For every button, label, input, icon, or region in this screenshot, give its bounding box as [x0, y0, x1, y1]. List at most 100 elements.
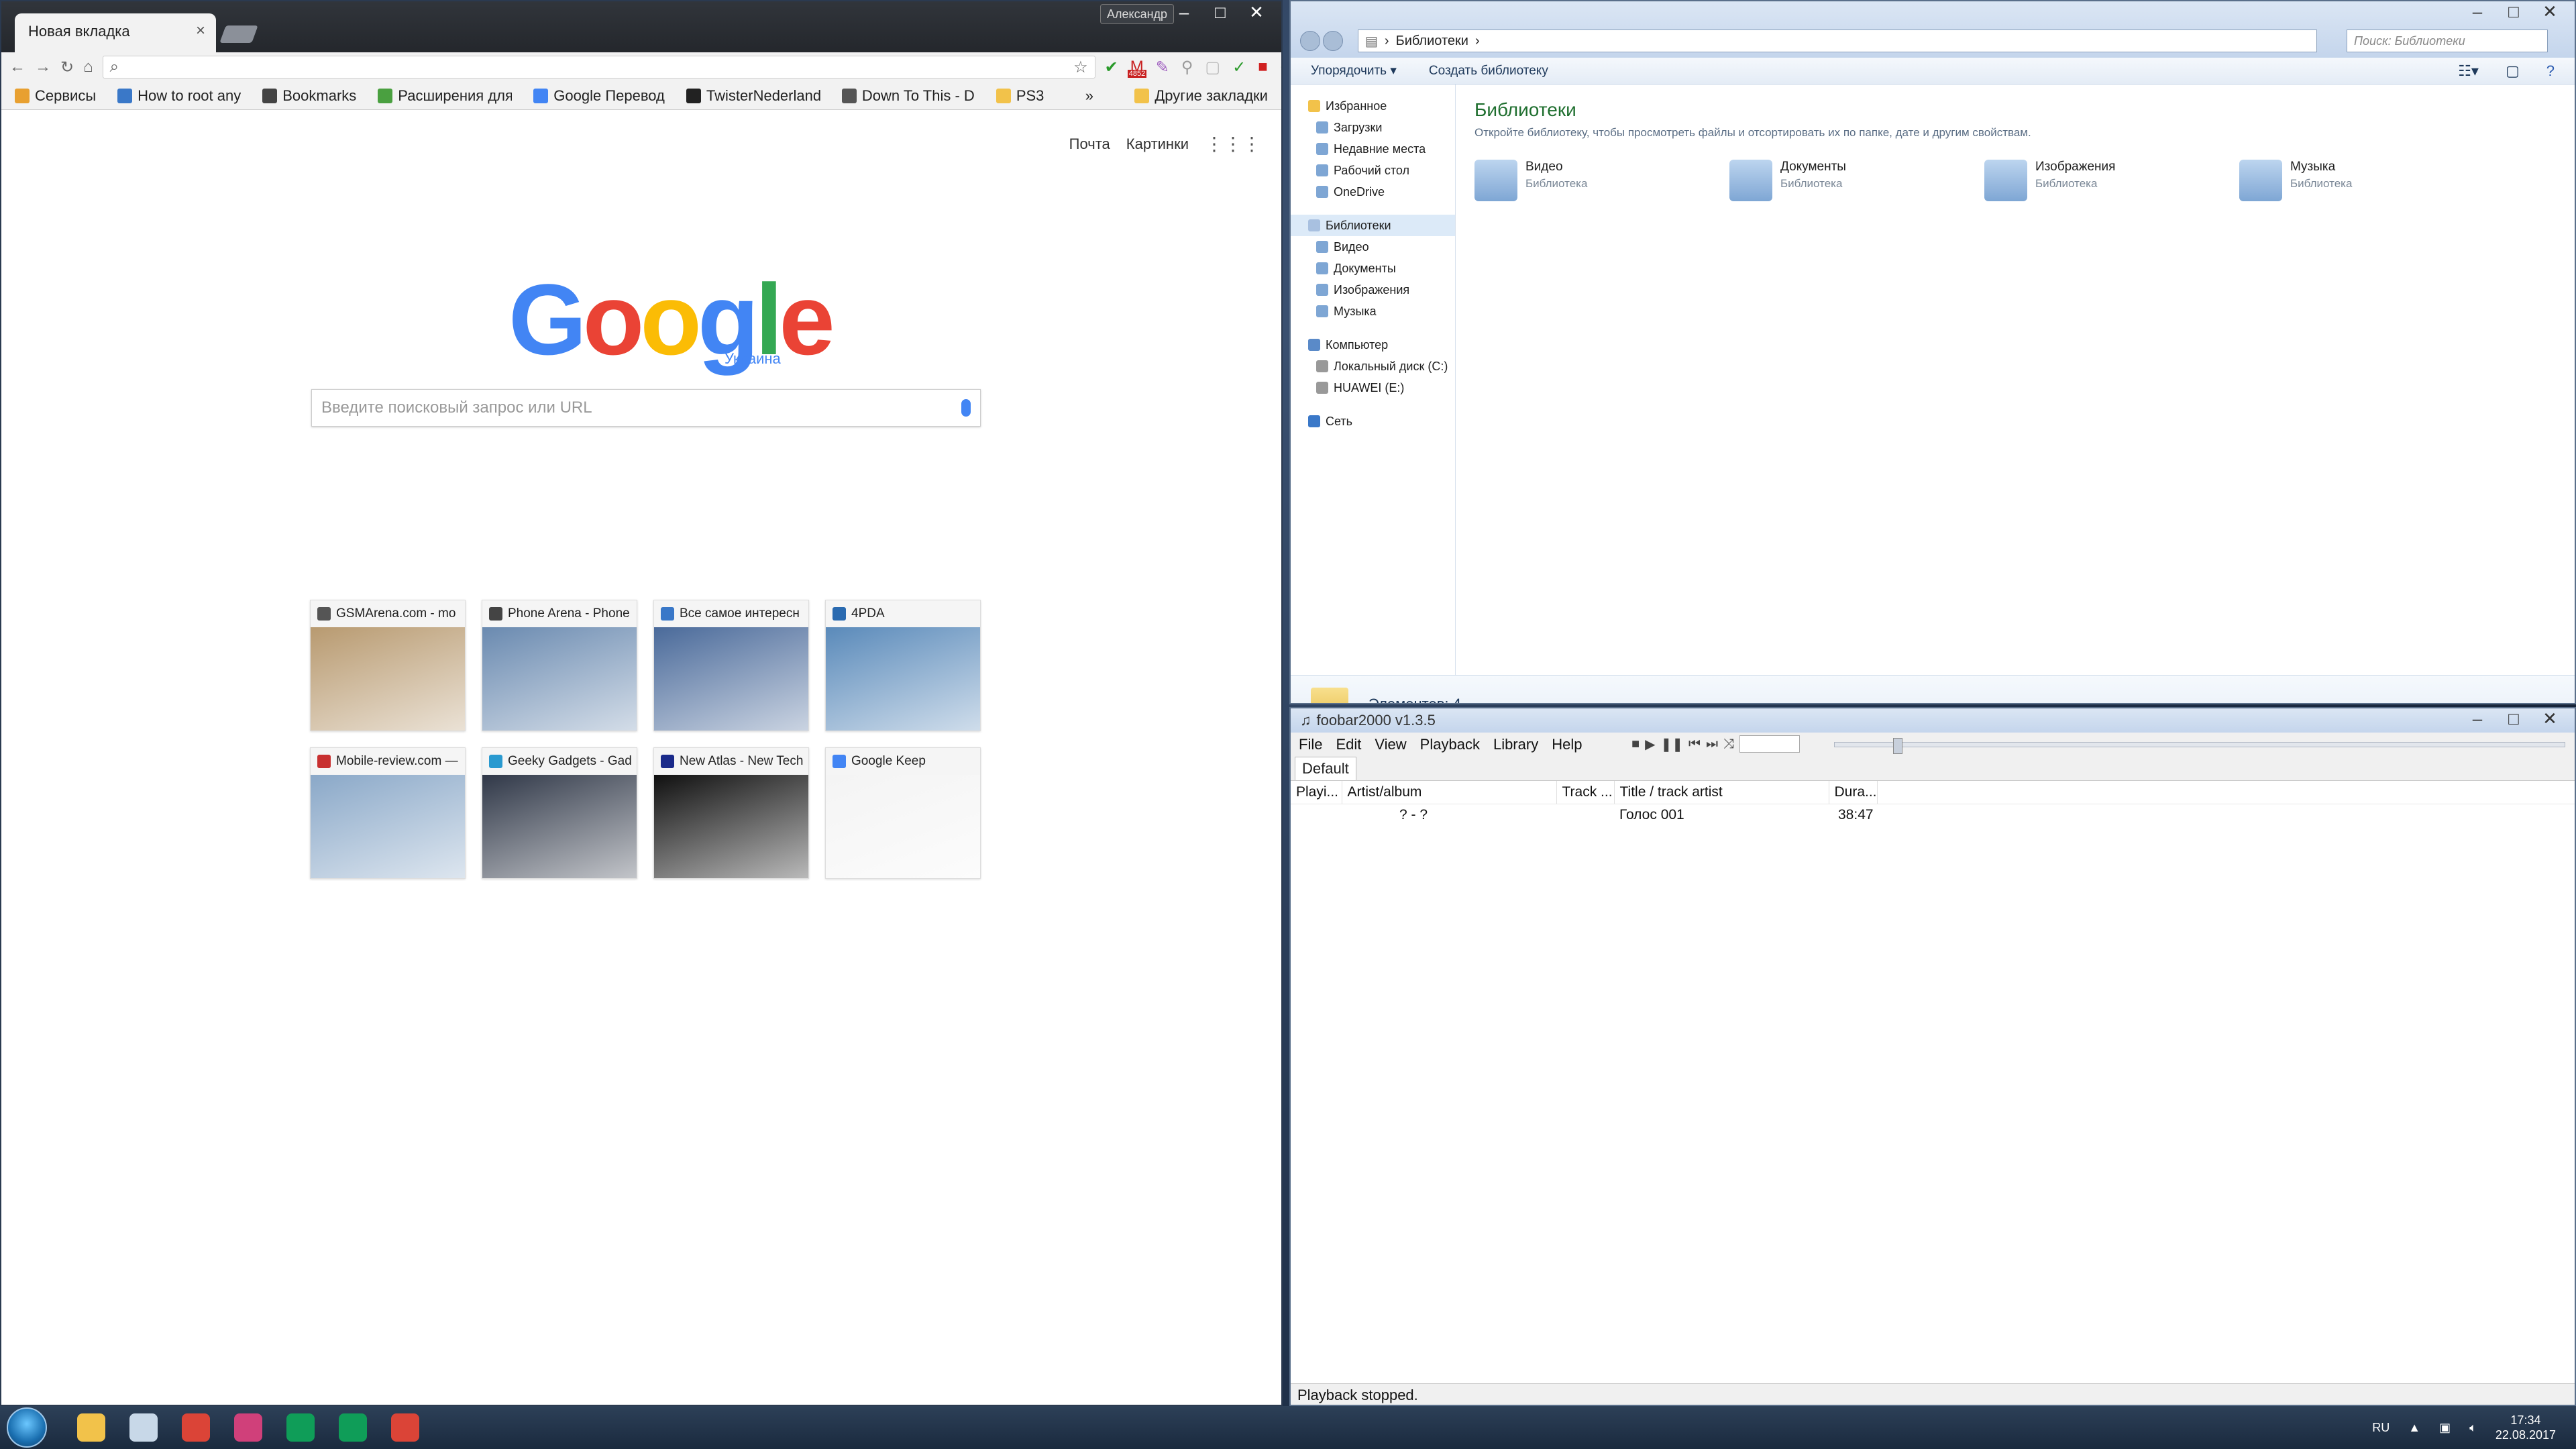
profile-button[interactable]: Александр [1100, 4, 1174, 24]
menu-item[interactable]: Playback [1420, 736, 1480, 753]
mail-link[interactable]: Почта [1069, 136, 1110, 153]
tab-new-tab[interactable]: Новая вкладка × [15, 13, 216, 52]
minimize-icon[interactable]: – [2459, 1, 2496, 21]
close-icon[interactable]: ✕ [2532, 1, 2568, 21]
volume-icon[interactable]: 🔈︎ [2469, 1421, 2477, 1435]
nav-item[interactable]: Видео [1291, 236, 1455, 258]
network-icon[interactable]: ▣ [2439, 1421, 2451, 1435]
most-visited-tile[interactable]: Geeky Gadgets - Gad [482, 747, 637, 879]
volume-slider[interactable] [1739, 735, 1800, 753]
bookmark-item[interactable]: Down To This - D [841, 87, 975, 105]
other-bookmarks[interactable]: Другие закладки [1134, 87, 1268, 105]
address-bar[interactable]: ▤ › Библиотеки › [1358, 30, 2317, 52]
chevron-right-icon[interactable]: › [1475, 34, 1480, 49]
column-header[interactable]: Title / track artist [1614, 781, 1829, 804]
nav-libraries[interactable]: Библиотеки [1291, 215, 1455, 236]
search-input[interactable] [321, 398, 925, 417]
bookmarks-more-button[interactable]: » [1085, 87, 1093, 105]
column-header[interactable]: Artist/album [1342, 781, 1557, 804]
most-visited-tile[interactable]: Все самое интересн [653, 600, 809, 731]
nav-item[interactable]: Локальный диск (C:) [1291, 356, 1455, 377]
maximize-icon[interactable]: □ [2496, 708, 2532, 729]
next-icon[interactable]: ⏭ [1706, 737, 1718, 752]
vcheck-icon[interactable]: ✓ [1232, 58, 1246, 77]
volume-handle[interactable] [1893, 738, 1902, 754]
flipboard-icon[interactable]: ■ [1258, 58, 1268, 77]
library-item[interactable]: Документы Библиотека [1729, 160, 1984, 201]
pause-icon[interactable]: ❚❚ [1660, 736, 1683, 753]
nav-favorites[interactable]: Избранное [1291, 95, 1455, 117]
library-item[interactable]: Видео Библиотека [1474, 160, 1729, 201]
forward-icon[interactable] [1323, 31, 1343, 51]
nav-item[interactable]: Музыка [1291, 301, 1455, 322]
bookmark-item[interactable]: TwisterNederland [686, 87, 820, 105]
maximize-icon[interactable]: □ [2496, 1, 2532, 21]
most-visited-tile[interactable]: Phone Arena - Phone [482, 600, 637, 731]
menu-item[interactable]: Library [1493, 736, 1538, 753]
close-tab-icon[interactable]: × [196, 21, 205, 40]
taskbar-folder-icon[interactable] [67, 1407, 115, 1448]
stop-icon[interactable]: ■ [1631, 737, 1640, 752]
tray-expand-icon[interactable]: ▲ [2408, 1421, 2420, 1435]
home-icon[interactable]: ⌂ [83, 58, 93, 76]
pin-icon[interactable]: ⚲ [1181, 58, 1193, 77]
clock[interactable]: 17:34 22.08.2017 [2496, 1413, 2556, 1442]
language-indicator[interactable]: RU [2372, 1421, 2390, 1435]
nav-item[interactable]: Изображения [1291, 279, 1455, 301]
create-library-button[interactable]: Создать библиотеку [1429, 64, 1548, 78]
new-tab-button[interactable] [219, 25, 258, 43]
view-icon[interactable]: ☷▾ [2458, 62, 2479, 80]
shield-icon[interactable]: ● [1280, 58, 1281, 77]
random-icon[interactable]: ⤨ [1723, 737, 1734, 752]
taskbar-bug-icon[interactable] [119, 1407, 168, 1448]
taskbar-chrome2-icon[interactable] [381, 1407, 429, 1448]
taskbar-hangouts2-icon[interactable] [329, 1407, 377, 1448]
most-visited-tile[interactable]: New Atlas - New Tech [653, 747, 809, 879]
previous-icon[interactable]: ⏮ [1688, 737, 1701, 752]
bookmark-item[interactable]: How to root any [117, 87, 241, 105]
most-visited-tile[interactable]: Mobile-review.com — [310, 747, 466, 879]
omnibox[interactable]: ⌕ ☆ [102, 56, 1095, 78]
pen-icon[interactable]: ✎ [1156, 58, 1169, 77]
bookmark-item[interactable]: Google Перевод [533, 87, 665, 105]
check-icon[interactable]: ✔ [1105, 58, 1118, 77]
nav-item[interactable]: OneDrive [1291, 181, 1455, 203]
apps-grid-icon[interactable]: ⋮⋮⋮ [1205, 133, 1261, 155]
menu-item[interactable]: View [1375, 736, 1406, 753]
reload-icon[interactable]: ↻ [60, 58, 74, 77]
nav-network[interactable]: Сеть [1291, 411, 1455, 432]
play-icon[interactable]: ▶ [1645, 736, 1655, 753]
nav-item[interactable]: Загрузки [1291, 117, 1455, 138]
nav-item[interactable]: Рабочий стол [1291, 160, 1455, 181]
images-link[interactable]: Картинки [1126, 136, 1189, 153]
star-icon[interactable]: ☆ [1073, 58, 1088, 77]
forward-icon[interactable]: → [35, 58, 51, 76]
help-icon[interactable]: ? [2546, 62, 2555, 80]
back-icon[interactable]: ← [9, 58, 25, 76]
nav-computer[interactable]: Компьютер [1291, 334, 1455, 356]
bookmark-item[interactable]: Сервисы [15, 87, 96, 105]
preview-pane-icon[interactable]: ▢ [2506, 62, 2520, 80]
most-visited-tile[interactable]: GSMArena.com - mo [310, 600, 466, 731]
nav-item[interactable]: Документы [1291, 258, 1455, 279]
menu-item[interactable]: Help [1552, 736, 1582, 753]
start-button[interactable] [7, 1407, 47, 1448]
minimize-icon[interactable]: – [2459, 708, 2496, 729]
library-item[interactable]: Музыка Библиотека [2239, 160, 2494, 201]
taskbar-chrome-icon[interactable] [172, 1407, 220, 1448]
bookmark-item[interactable]: Расширения для [378, 87, 512, 105]
tab-default[interactable]: Default [1295, 757, 1356, 780]
column-header[interactable]: Playi... [1291, 781, 1342, 804]
bookmark-item[interactable]: PS3 [996, 87, 1044, 105]
seek-bar[interactable] [1834, 742, 2565, 747]
most-visited-tile[interactable]: 4PDA [825, 600, 981, 731]
column-header[interactable]: Track ... [1556, 781, 1615, 804]
most-visited-tile[interactable]: Google Keep [825, 747, 981, 879]
blank-ext-icon[interactable]: ▢ [1205, 58, 1220, 77]
column-header[interactable]: Dura... [1829, 781, 1878, 804]
library-item[interactable]: Изображения Библиотека [1984, 160, 2239, 201]
explorer-search[interactable]: Поиск: Библиотеки [2347, 30, 2548, 52]
menu-item[interactable]: File [1299, 736, 1322, 753]
close-icon[interactable]: ✕ [2532, 708, 2568, 729]
bookmark-item[interactable]: Bookmarks [262, 87, 356, 105]
